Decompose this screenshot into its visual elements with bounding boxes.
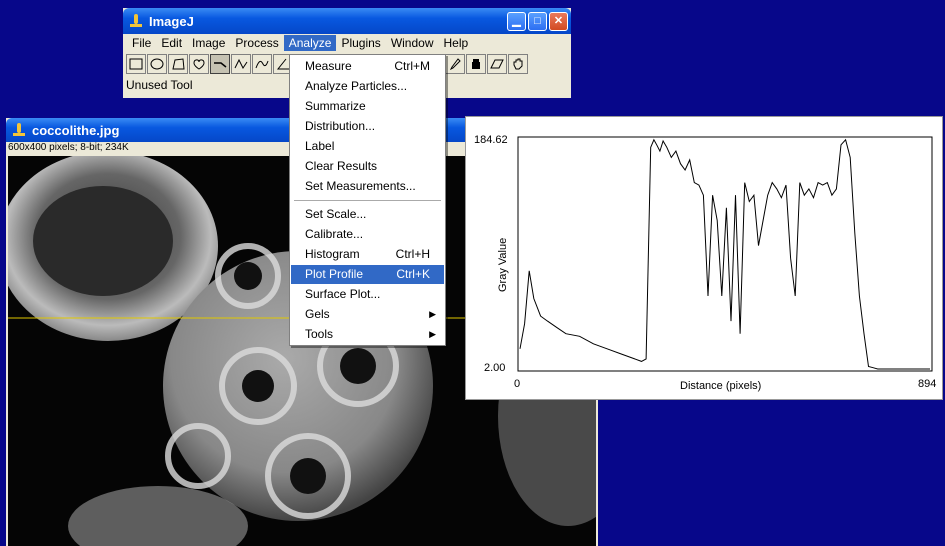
imagej-title-bar[interactable]: ImageJ ▁ □ ✕ [123, 8, 571, 34]
menu-item-clear-results[interactable]: Clear Results [291, 157, 444, 176]
analyze-menu: Measure Ctrl+M Analyze Particles... Summa… [289, 54, 446, 346]
x-max-label: 894 [918, 378, 936, 390]
minimize-button[interactable]: ▁ [507, 11, 526, 31]
y-axis-label: Gray Value [497, 238, 509, 292]
menu-plugins[interactable]: Plugins [336, 35, 385, 51]
microscope-icon [129, 14, 143, 28]
hand-tool-icon[interactable] [508, 54, 528, 74]
straight-line-tool-icon[interactable] [210, 54, 230, 74]
menu-item-analyze-particles[interactable]: Analyze Particles... [291, 77, 444, 96]
freehand-line-tool-icon[interactable] [252, 54, 272, 74]
freehand-tool-icon[interactable] [189, 54, 209, 74]
close-button[interactable]: ✕ [549, 11, 568, 31]
menu-analyze[interactable]: Analyze [283, 35, 337, 51]
menu-item-set-measurements[interactable]: Set Measurements... [291, 177, 444, 196]
y-min-label: 2.00 [484, 362, 505, 374]
profile-series-line [519, 138, 930, 370]
segmented-line-tool-icon[interactable] [231, 54, 251, 74]
menu-item-distribution[interactable]: Distribution... [291, 117, 444, 136]
x-min-label: 0 [514, 378, 520, 390]
y-max-label: 184.62 [474, 134, 508, 146]
profile-plot: 184.62 2.00 0 894 Distance (pixels) Gray… [474, 134, 936, 392]
close-icon: ✕ [553, 14, 564, 27]
profile-plot-window: 184.62 2.00 0 894 Distance (pixels) Gray… [465, 116, 943, 400]
submenu-arrow-icon: ▶ [429, 329, 436, 339]
image-title: coccolithe.jpg [32, 122, 120, 138]
menu-item-tools[interactable]: Tools ▶ [291, 325, 444, 344]
dropper-tool-icon[interactable] [445, 54, 465, 74]
menu-file[interactable]: File [127, 35, 156, 51]
menu-item-gels[interactable]: Gels ▶ [291, 305, 444, 324]
maximize-button[interactable]: □ [528, 11, 547, 31]
menu-bar: File Edit Image Process Analyze Plugins … [123, 34, 571, 52]
menu-item-set-scale[interactable]: Set Scale... [291, 205, 444, 224]
eraser-icon[interactable] [487, 54, 507, 74]
coccolith-center [33, 186, 173, 296]
menu-item-measure[interactable]: Measure Ctrl+M [291, 57, 444, 76]
menu-window[interactable]: Window [386, 35, 439, 51]
menu-help[interactable]: Help [439, 35, 474, 51]
color-picker-icon[interactable] [466, 54, 486, 74]
plot-frame [517, 136, 933, 372]
submenu-arrow-icon: ▶ [429, 309, 436, 319]
menu-separator [294, 200, 441, 201]
menu-item-histogram[interactable]: Histogram Ctrl+H [291, 245, 444, 264]
polygon-tool-icon[interactable] [168, 54, 188, 74]
minimize-icon: ▁ [512, 14, 521, 27]
microscope-icon [12, 123, 26, 137]
menu-item-label[interactable]: Label [291, 137, 444, 156]
oval-tool-icon[interactable] [147, 54, 167, 74]
maximize-icon: □ [534, 14, 541, 27]
menu-item-surface-plot[interactable]: Surface Plot... [291, 285, 444, 304]
rectangle-tool-icon[interactable] [126, 54, 146, 74]
menu-item-calibrate[interactable]: Calibrate... [291, 225, 444, 244]
menu-process[interactable]: Process [230, 35, 283, 51]
imagej-title: ImageJ [149, 13, 194, 29]
menu-item-summarize[interactable]: Summarize [291, 97, 444, 116]
menu-edit[interactable]: Edit [156, 35, 187, 51]
x-axis-label: Distance (pixels) [680, 380, 761, 392]
menu-item-plot-profile[interactable]: Plot Profile Ctrl+K [291, 265, 444, 284]
menu-image[interactable]: Image [187, 35, 230, 51]
